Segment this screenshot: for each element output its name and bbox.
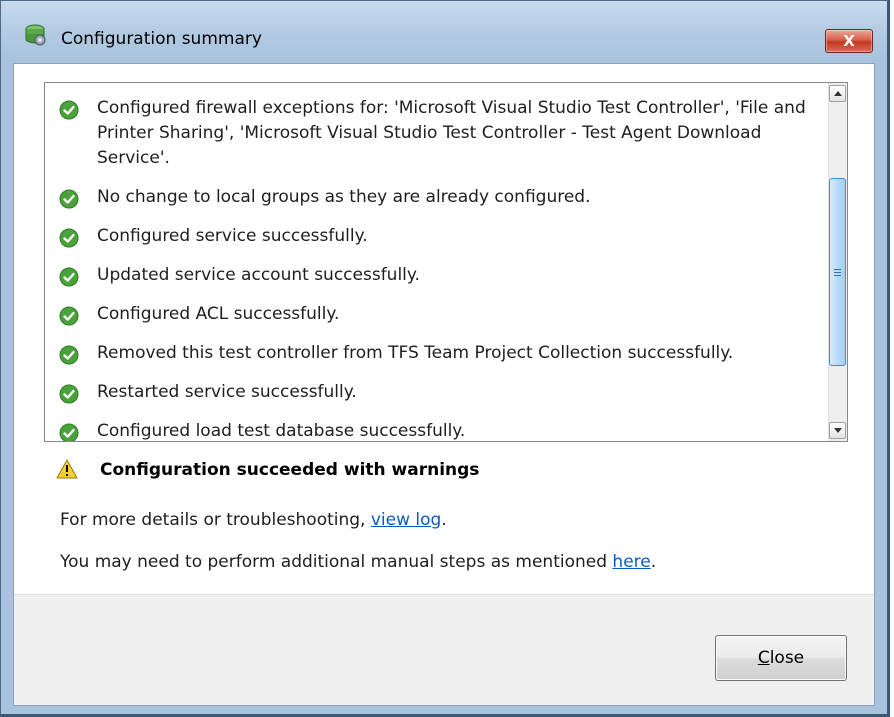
details-line: For more details or troubleshooting, vie… [60,510,447,530]
summary-item-text: Removed this test controller from TFS Te… [97,343,734,363]
warning-triangle-icon [56,459,78,479]
check-circle-icon [59,384,79,404]
summary-item: Configured load test database successful… [45,419,829,441]
close-button-mnemonic: C [757,648,770,668]
manual-steps-line: You may need to perform additional manua… [60,552,656,572]
here-link[interactable]: here [612,552,650,572]
check-circle-icon [59,189,79,209]
check-circle-icon [59,228,79,248]
summary-item-text: Updated service account successfully. [97,265,420,285]
title-close-button[interactable]: X [825,29,873,53]
summary-item: Configured firewall exceptions for: 'Mic… [45,96,829,171]
summary-item-text: Configured load test database successful… [97,421,466,441]
arrow-up-icon [833,91,842,96]
summary-item-text: Configured firewall exceptions for: 'Mic… [97,98,806,168]
summary-item-text: Restarted service successfully. [97,382,357,402]
scroll-up-button[interactable] [829,85,846,102]
configuration-summary-window: Configuration summary X Configured firew… [0,0,890,717]
summary-item: Configured service successfully. [45,224,829,249]
scroll-thumb[interactable] [829,178,846,366]
view-log-link[interactable]: view log [371,510,441,530]
grip-icon [834,268,841,270]
summary-list[interactable]: Configured firewall exceptions for: 'Mic… [44,82,848,442]
manual-suffix: . [650,552,657,572]
scroll-down-button[interactable] [829,422,846,439]
details-prefix: For more details or troubleshooting, [60,510,371,530]
summary-list-content: Configured firewall exceptions for: 'Mic… [45,83,829,441]
dialog-content: Configured firewall exceptions for: 'Mic… [13,63,875,706]
summary-item-text: Configured service successfully. [97,226,368,246]
check-circle-icon [59,100,79,120]
close-icon: X [843,32,855,50]
check-circle-icon [59,423,79,441]
summary-item-text: No change to local groups as they are al… [97,187,591,207]
title-bar[interactable]: Configuration summary X [1,1,887,57]
close-button[interactable]: Close [715,635,847,681]
details-suffix: . [441,510,447,530]
summary-item: Updated service account successfully. [45,263,829,288]
check-circle-icon [59,306,79,326]
check-circle-icon [59,267,79,287]
summary-item: Configured ACL successfully. [45,302,829,327]
arrow-down-icon [833,428,842,433]
window-title: Configuration summary [61,29,262,49]
server-config-icon [25,24,46,46]
summary-item: No change to local groups as they are al… [45,185,829,210]
check-circle-icon [59,345,79,365]
close-button-label: lose [769,648,805,668]
manual-prefix: You may need to perform additional manua… [60,552,613,572]
summary-item-text: Configured ACL successfully. [97,304,340,324]
status-message: Configuration succeeded with warnings [56,459,480,480]
status-text: Configuration succeeded with warnings [100,460,480,480]
summary-item: Restarted service successfully. [45,380,829,405]
vertical-scrollbar[interactable] [828,83,847,441]
dialog-footer: Close [14,594,874,705]
summary-item: Removed this test controller from TFS Te… [45,341,829,366]
